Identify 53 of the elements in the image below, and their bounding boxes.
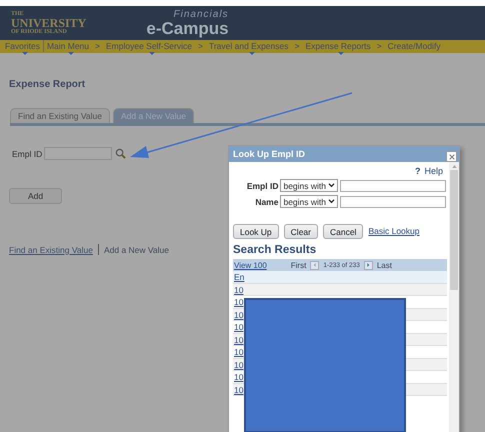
dropdown-marker-icon — [148, 52, 155, 55]
criteria-label: Empl ID — [246, 180, 278, 190]
result-link[interactable]: 10 — [233, 310, 244, 320]
close-icon[interactable] — [446, 151, 457, 162]
criteria-label: Name — [255, 196, 278, 206]
page-title: Expense Report — [9, 79, 86, 90]
scrollbar[interactable] — [449, 162, 459, 432]
previous-icon[interactable] — [310, 260, 320, 270]
operator-dropdown[interactable]: begins with — [280, 179, 338, 192]
next-icon[interactable] — [364, 260, 373, 270]
scroll-up-icon[interactable] — [452, 165, 456, 168]
input-field[interactable] — [340, 180, 446, 192]
column-header[interactable]: En — [233, 272, 244, 282]
first-label: First — [290, 260, 306, 270]
last-label: Last — [376, 260, 392, 270]
add-button[interactable]: Add — [9, 188, 62, 204]
result-link[interactable]: 10 — [233, 347, 244, 357]
chevron-down-icon — [328, 199, 335, 204]
results-heading: Search Results — [233, 244, 318, 256]
basic-lookup-link[interactable]: Basic Lookup — [368, 226, 420, 236]
dropdown-marker-icon — [338, 52, 344, 55]
app-title: e-Campus — [146, 20, 229, 36]
university-logo-text: UNIVERSITY — [11, 17, 86, 29]
breadcrumb-separator: > — [196, 40, 204, 52]
current-page-text: Add a New Value — [104, 244, 170, 254]
input-field[interactable] — [340, 196, 446, 208]
input-field[interactable] — [44, 147, 112, 160]
dropdown-marker-icon — [22, 52, 28, 55]
breadcrumb-separator: > — [94, 40, 101, 52]
result-link[interactable]: 10 — [233, 360, 244, 370]
field-label: Empl ID — [12, 148, 42, 158]
breadcrumb-separator: > — [376, 40, 383, 52]
result-link[interactable]: 10 — [233, 322, 244, 332]
dropdown-marker-icon — [248, 52, 255, 55]
breadcrumb-separator: > — [294, 40, 300, 52]
find-link[interactable]: Find an Existing Value — [9, 244, 93, 254]
dropdown-marker-icon — [68, 52, 74, 55]
result-link[interactable]: 10 — [233, 372, 244, 382]
search-icon[interactable] — [115, 148, 126, 159]
help-link[interactable]: Help — [424, 166, 443, 176]
result-link[interactable]: 10 — [233, 284, 244, 294]
app-subtitle: Financials — [174, 10, 229, 20]
dialog-button[interactable]: Cancel — [322, 224, 364, 240]
view-100-link[interactable]: View 100 — [234, 260, 267, 270]
result-link[interactable]: 10 — [233, 334, 244, 344]
result-link[interactable]: 10 — [233, 384, 244, 394]
dialog-button[interactable]: Look Up — [233, 224, 279, 240]
operator-dropdown[interactable]: begins with — [280, 195, 338, 208]
dialog-button[interactable]: Clear — [284, 224, 318, 240]
dialog-title: Look Up Empl ID — [233, 149, 305, 159]
help-icon[interactable]: ? — [414, 166, 420, 176]
chevron-down-icon — [328, 183, 335, 188]
result-link[interactable]: 10 — [233, 297, 244, 307]
